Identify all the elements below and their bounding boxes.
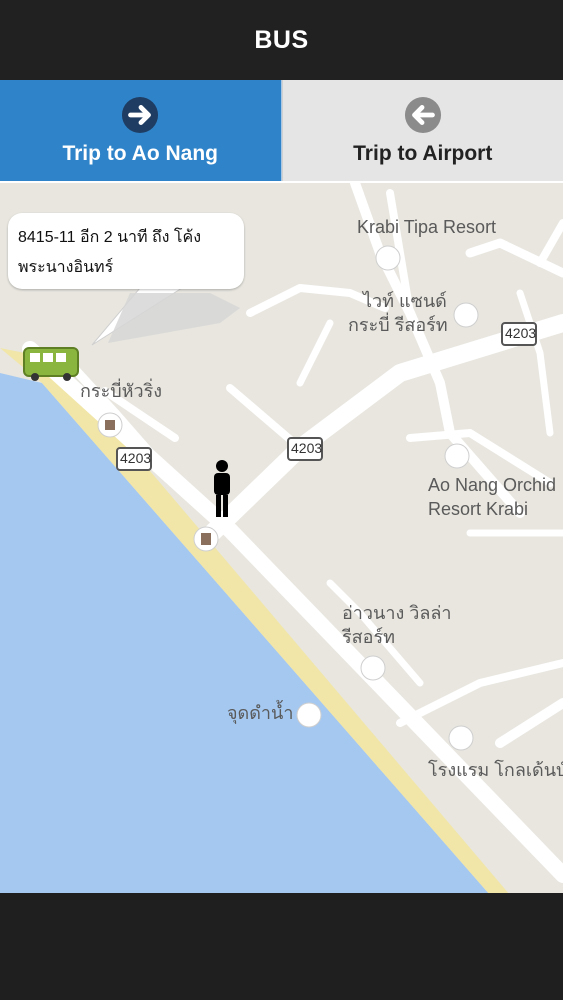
place-label-viewpoint: จุดดำน้ำ <box>227 703 294 723</box>
bus-icon[interactable] <box>23 347 79 381</box>
top-bar: BUS <box>0 0 563 80</box>
arrival-message: 8415-11 อีก 2 นาที ถึง โค้งพระนางอินทร์ <box>18 229 202 276</box>
place-label-krabi-hua-ring: กระบี่หัวริ่ง <box>80 381 163 401</box>
place-label-ao-nang-villa: อ่าวนาง วิลล่า <box>342 603 452 623</box>
place-label-golden-hotel: โรงแรม โกลเด้นบ์ <box>428 760 563 780</box>
route-shield-label: 4203 <box>291 440 323 456</box>
route-shield-label: 4203 <box>120 450 152 466</box>
route-shield-label: 4203 <box>505 325 537 341</box>
trip-tabs: Trip to Ao Nang Trip to Airport <box>0 80 563 181</box>
place-label-white-sand: ไวท์ แซนด์ <box>363 291 447 311</box>
place-label-krabi-tipa: Krabi Tipa Resort <box>357 217 497 237</box>
tab-trip-to-ao-nang[interactable]: Trip to Ao Nang <box>0 80 282 181</box>
tab-trip-to-airport[interactable]: Trip to Airport <box>281 80 563 181</box>
map-view[interactable]: 8415-11 อีก 2 นาที ถึง โค้งพระนางอินทร์ … <box>0 181 563 895</box>
place-label-aonang-orchid-2: Resort Krabi <box>428 499 529 519</box>
page-title: BUS <box>254 25 309 54</box>
bus-arrival-callout: 8415-11 อีก 2 นาที ถึง โค้งพระนางอินทร์ <box>8 213 244 289</box>
place-label-white-sand-2: กระบี่ รีสอร์ท <box>348 315 448 335</box>
app-screen: BUS Trip to Ao Nang Trip to Airport 8415… <box>0 0 563 1000</box>
tab-label: Trip to Airport <box>353 141 493 165</box>
bottom-bar <box>0 893 563 1000</box>
place-label-ao-nang-villa-2: รีสอร์ท <box>342 627 395 647</box>
place-label-aonang-orchid: Ao Nang Orchid <box>428 475 557 495</box>
arrow-left-circle-icon <box>404 96 441 133</box>
arrow-right-circle-icon <box>122 96 159 133</box>
map-canvas <box>0 183 563 895</box>
tab-label: Trip to Ao Nang <box>62 141 219 165</box>
